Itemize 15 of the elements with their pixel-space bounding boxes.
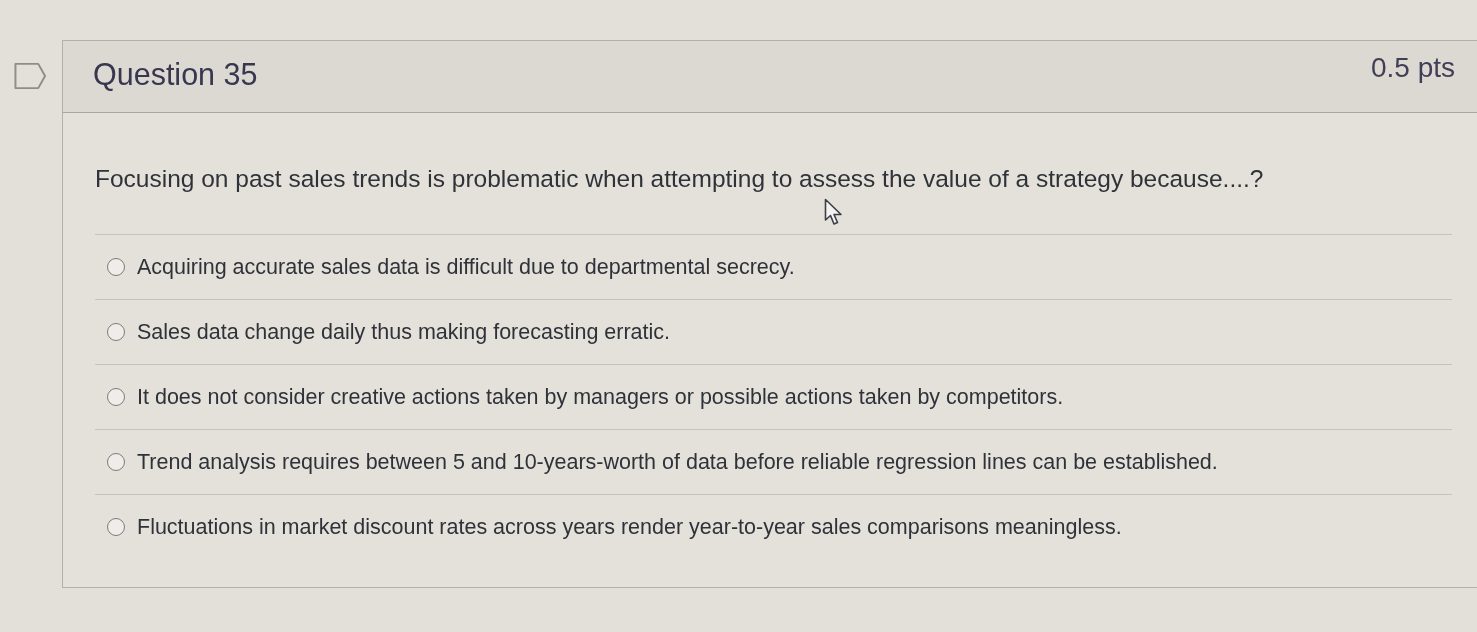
question-title: Question 35 (93, 57, 258, 92)
answer-option-label[interactable]: Trend analysis requires between 5 and 10-years-worth of data before reliable regression lines can be established. (137, 449, 1218, 475)
answer-option-label[interactable]: Sales data change daily thus making forecasting erratic. (137, 319, 671, 345)
answer-option-label[interactable]: Acquiring accurate sales data is difficult due to departmental secrecy. (137, 254, 795, 280)
radio-button[interactable] (107, 258, 125, 276)
radio-button[interactable] (107, 453, 125, 471)
radio-button[interactable] (107, 388, 125, 406)
radio-button[interactable] (107, 323, 125, 341)
points-label: 0.5 pts (1370, 51, 1455, 84)
question-text: Focusing on past sales trends is problematic when attempting to assess the value of a strategy because....? (95, 165, 1264, 193)
answer-option-label[interactable]: Fluctuations in market discount rates across years render year-to-year sales comparisons meaningless. (137, 514, 1122, 540)
mouse-pointer-icon (824, 198, 844, 226)
answer-option-label[interactable]: It does not consider creative actions taken by managers or possible actions taken by competitors. (137, 384, 1064, 410)
flag-icon[interactable] (14, 62, 47, 90)
radio-button[interactable] (107, 518, 125, 536)
